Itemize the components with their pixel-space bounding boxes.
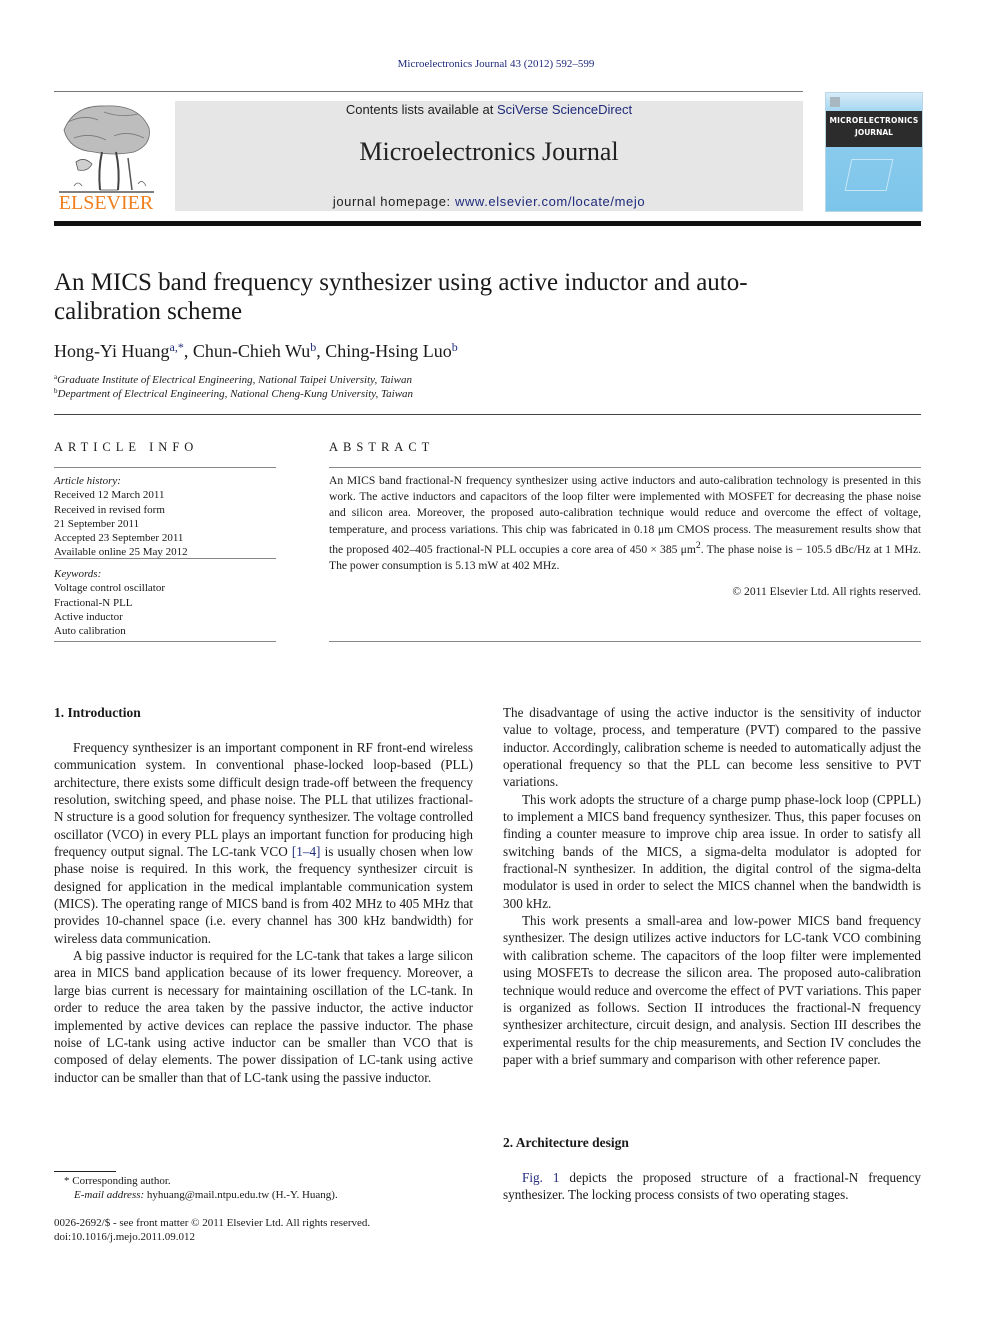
keyword-item: Fractional-N PLL (54, 596, 133, 609)
article-info-rule (54, 641, 276, 642)
body-column-right: The disadvantage of using the active ind… (503, 704, 921, 1068)
paragraph: This work presents a small-area and low-… (503, 913, 921, 1067)
section-heading-architecture: 2. Architecture design (503, 1135, 629, 1150)
footnote-corresponding-author: * Corresponding author. (64, 1175, 171, 1187)
history-item: Accepted 23 September 2011 (54, 532, 184, 545)
cover-title-line2: JOURNAL (855, 128, 893, 137)
abstract-rule (329, 467, 921, 468)
article-title: An MICS band frequency synthesizer using… (54, 269, 748, 325)
section-heading-introduction: 1. Introduction (54, 705, 141, 720)
paragraph: A big passive inductor is required for t… (54, 948, 473, 1085)
paragraph: The disadvantage of using the active ind… (503, 705, 921, 790)
history-item: Received 12 March 2011 (54, 489, 165, 502)
masthead-bottom-rule (54, 221, 921, 226)
affiliation-text: Graduate Institute of Electrical Enginee… (57, 374, 412, 386)
author-separator: , (316, 341, 326, 361)
history-item: 21 September 2011 (54, 517, 140, 530)
email-label: E-mail address: (74, 1189, 145, 1201)
author-list: Hong-Yi Huanga,*, Chun-Chieh Wu b, Ching-… (54, 340, 458, 362)
article-history: Article history: Received 12 March 2011 … (54, 474, 276, 560)
article-info-rule (54, 467, 276, 468)
abstract-rule (329, 641, 921, 642)
keyword-item: Active inductor (54, 610, 123, 623)
keyword-item: Auto calibration (54, 625, 126, 638)
footnote-doi[interactable]: doi:10.1016/j.mejo.2011.09.012 (54, 1231, 195, 1243)
cover-title-line1: MICROELECTRONICS (829, 116, 919, 125)
sciencedirect-link[interactable]: SciVerse ScienceDirect (497, 102, 632, 117)
paragraph: Frequency synthesizer is an important co… (54, 739, 473, 947)
cover-publisher-logo-icon (830, 97, 840, 107)
abstract-heading: ABSTRACT (329, 440, 435, 454)
paragraph-text: depicts the proposed structure of a frac… (503, 1170, 921, 1203)
abstract-text: An MICS band fractional-N frequency synt… (329, 473, 921, 574)
abstract-copyright: © 2011 Elsevier Ltd. All rights reserved… (732, 585, 921, 598)
title-block-rule (54, 414, 921, 415)
footnote-email: E-mail address: hyhuang@mail.ntpu.edu.tw… (54, 1189, 338, 1201)
email-address[interactable]: hyhuang@mail.ntpu.edu.tw (H.-Y. Huang). (144, 1189, 338, 1201)
journal-banner: Contents lists available at SciVerse Sci… (175, 101, 803, 211)
article-info-heading: ARTICLE INFO (54, 440, 199, 454)
keywords: Keywords: Voltage control oscillator Fra… (54, 567, 276, 638)
cover-chip-graphic-icon (844, 159, 894, 191)
author-name[interactable]: Hong-Yi Huang (54, 341, 170, 361)
paragraph-text: is usually chosen when low phase noise i… (54, 844, 473, 946)
affiliation-a: aGraduate Institute of Electrical Engine… (54, 373, 412, 386)
body-column-left: Frequency synthesizer is an important co… (54, 739, 473, 1086)
author-name[interactable]: Chun-Chieh Wu (193, 341, 310, 361)
paragraph: Fig. 1 depicts the proposed structure of… (503, 1169, 921, 1204)
journal-cover-image[interactable]: MICROELECTRONICS JOURNAL (825, 92, 923, 212)
author-affiliation-mark[interactable]: b (452, 340, 458, 354)
masthead-top-rule (54, 91, 803, 92)
keywords-label: Keywords: (54, 568, 102, 580)
publisher-logo-text[interactable]: ELSEVIER (54, 192, 158, 215)
affiliation-b: bDepartment of Electrical Engineering, N… (54, 387, 413, 400)
journal-citation[interactable]: Microelectronics Journal 43 (2012) 592–5… (0, 58, 992, 70)
history-item: Received in revised form (54, 503, 165, 516)
author-name[interactable]: Ching-Hsing Luo (325, 341, 452, 361)
body-column-right-section2: Fig. 1 depicts the proposed structure of… (503, 1169, 921, 1204)
author-affiliation-mark[interactable]: a,* (170, 340, 184, 354)
homepage-prefix: journal homepage: (332, 194, 455, 209)
paragraph: This work adopts the structure of a char… (503, 791, 921, 911)
footnote-rule (54, 1171, 116, 1172)
journal-name: Microelectronics Journal (359, 137, 619, 166)
reference-link[interactable]: [1–4] (292, 844, 321, 859)
contents-availability: Contents lists available at SciVerse Sci… (175, 102, 803, 117)
journal-homepage: journal homepage: www.elsevier.com/locat… (175, 194, 803, 209)
article-history-label: Article history: (54, 475, 121, 487)
author-separator: , (183, 341, 193, 361)
affiliation-text: Department of Electrical Engineering, Na… (57, 388, 414, 400)
footnote-issn: 0026-2692/$ - see front matter © 2011 El… (54, 1217, 371, 1229)
keyword-item: Voltage control oscillator (54, 582, 165, 595)
figure-reference-link[interactable]: Fig. 1 (522, 1170, 559, 1185)
homepage-link[interactable]: www.elsevier.com/locate/mejo (455, 194, 645, 209)
contents-prefix: Contents lists available at (345, 102, 497, 117)
article-info-rule (54, 558, 276, 559)
paragraph-text: Frequency synthesizer is an important co… (54, 740, 473, 860)
